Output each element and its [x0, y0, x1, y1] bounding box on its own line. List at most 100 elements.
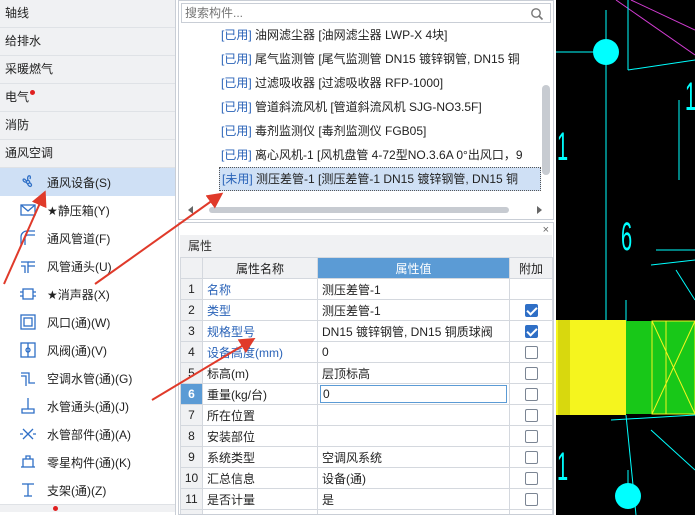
- list-item[interactable]: [已用] 管道斜流风机 [管道斜流风机 SJG-NO3.5F]: [219, 95, 541, 119]
- property-name: 名称: [202, 278, 318, 300]
- property-value[interactable]: 测压差管-1: [317, 278, 510, 300]
- component-type-item[interactable]: 支架(通)(Z): [0, 476, 175, 504]
- list-item[interactable]: [已用] 过滤吸收器 [过滤吸收器 RFP-1000]: [219, 71, 541, 95]
- property-row[interactable]: 11 是否计量是: [180, 488, 553, 510]
- scrollbar-thumb[interactable]: [209, 207, 509, 213]
- property-name: 重量(kg/台): [202, 383, 318, 405]
- header-extra: 附加: [509, 257, 553, 279]
- duct-fitting-icon: [18, 256, 38, 276]
- cad-line: [627, 59, 695, 71]
- water-pipe-icon: [18, 368, 38, 388]
- category-item[interactable]: 通风空调: [0, 140, 175, 168]
- search-box[interactable]: [181, 3, 551, 23]
- usage-status: [未用]: [222, 172, 253, 186]
- scroll-left-icon[interactable]: [187, 206, 195, 214]
- property-value[interactable]: DN15 镀锌钢管, DN15 铜质球阀: [317, 320, 510, 342]
- property-value[interactable]: [317, 404, 510, 426]
- list-vertical-scrollbar[interactable]: [542, 27, 550, 197]
- fan-icon: [18, 172, 38, 192]
- cad-drawing-viewport[interactable]: 1 1 6 1: [556, 0, 695, 515]
- list-item[interactable]: [已用] 离心风机-1 [风机盘管 4-72型NO.3.6A 0°出风口，9: [219, 143, 541, 167]
- component-type-item[interactable]: 水管部件(通)(A): [0, 420, 175, 448]
- attach-checkbox[interactable]: [524, 430, 538, 444]
- scroll-right-icon[interactable]: [535, 206, 543, 214]
- property-value[interactable]: 层顶标高: [317, 362, 510, 384]
- property-row[interactable]: 1 名称 测压差管-1: [180, 278, 553, 300]
- property-name: 标高(m): [202, 362, 318, 384]
- component-type-label: 风管通头(U): [47, 259, 112, 274]
- usage-status: [已用]: [221, 124, 252, 138]
- property-value[interactable]: 空调风系统: [317, 446, 510, 468]
- list-item[interactable]: [已用] 油网滤尘器 [油网滤尘器 LWP-X 4块]: [219, 23, 541, 47]
- property-row[interactable]: 7 所在位置: [180, 404, 553, 426]
- category-item[interactable]: 轴线: [0, 0, 175, 28]
- list-item[interactable]: [已用] 尾气监测管 [尾气监测管 DN15 镀锌钢管, DN15 铜: [219, 47, 541, 71]
- axis-bubble: [615, 483, 641, 509]
- property-name: 类型: [202, 299, 318, 321]
- attach-checkbox[interactable]: [524, 451, 538, 465]
- component-type-item[interactable]: 风阀(通)(V): [0, 336, 175, 364]
- attach-cell: [509, 299, 553, 321]
- pipe-fitting-icon: [18, 396, 38, 416]
- list-horizontal-scrollbar[interactable]: [188, 204, 542, 216]
- property-row[interactable]: 5 标高(m) 层顶标高: [180, 362, 553, 384]
- component-type-item[interactable]: 水管通头(通)(J): [0, 392, 175, 420]
- row-number: 1: [180, 278, 203, 300]
- property-value[interactable]: [317, 509, 510, 514]
- attach-checkbox[interactable]: [524, 346, 538, 360]
- component-type-label: 风口(通)(W): [47, 315, 111, 330]
- category-item[interactable]: 采暖燃气: [0, 56, 175, 84]
- category-item[interactable]: 给排水: [0, 28, 175, 56]
- list-item[interactable]: [已用] 毒剂监测仪 [毒剂监测仪 FGB05]: [219, 119, 541, 143]
- row-number: 2: [180, 299, 203, 321]
- property-value-editor[interactable]: 0: [320, 385, 507, 403]
- attach-checkbox[interactable]: [524, 367, 538, 381]
- cad-line: [610, 414, 695, 421]
- property-row[interactable]: 2 类型 测压差管-1: [180, 299, 553, 321]
- search-icon[interactable]: [530, 7, 544, 21]
- property-value[interactable]: 0: [317, 383, 510, 405]
- category-item[interactable]: 消防: [0, 112, 175, 140]
- category-panel: 轴线 给排水 采暖燃气 电气消防通风空调 通风设备(S) ★静压箱(Y) 通风管道(F) 风管…: [0, 0, 176, 515]
- row-number: 4: [180, 341, 203, 363]
- property-row[interactable]: 10 汇总信息 设备(通): [180, 467, 553, 489]
- attach-checkbox[interactable]: [524, 325, 538, 339]
- component-type-item[interactable]: 通风管道(F): [0, 224, 175, 252]
- property-panel-title: 属性: [180, 235, 552, 257]
- category-item[interactable]: 电气: [0, 84, 175, 112]
- property-row[interactable]: 12: [180, 509, 553, 514]
- property-value[interactable]: 是: [317, 488, 510, 510]
- component-type-item[interactable]: 风管通头(U): [0, 252, 175, 280]
- component-type-item[interactable]: 空调水管(通)(G): [0, 364, 175, 392]
- component-type-item[interactable]: 风口(通)(W): [0, 308, 175, 336]
- component-type-item[interactable]: ★消声器(X): [0, 280, 175, 308]
- property-value[interactable]: 测压差管-1: [317, 299, 510, 321]
- property-row[interactable]: 9 系统类型 空调风系统: [180, 446, 553, 468]
- search-input[interactable]: [182, 4, 522, 22]
- property-row[interactable]: 3 规格型号 DN15 镀锌钢管, DN15 铜质球阀: [180, 320, 553, 342]
- component-type-item[interactable]: 通风设备(S): [0, 168, 175, 196]
- property-name: 安装部位: [202, 425, 318, 447]
- row-number: 8: [180, 425, 203, 447]
- scrollbar-thumb[interactable]: [542, 85, 550, 175]
- property-value[interactable]: 设备(通): [317, 467, 510, 489]
- cad-green-equipment: [626, 321, 695, 414]
- attach-checkbox[interactable]: [524, 304, 538, 318]
- attach-checkbox[interactable]: [524, 493, 538, 507]
- category-label: 消防: [5, 118, 30, 132]
- property-value[interactable]: [317, 425, 510, 447]
- component-type-item[interactable]: ★静压箱(Y): [0, 196, 175, 224]
- component-type-item[interactable]: 零星构件(通)(K): [0, 448, 175, 476]
- property-value[interactable]: 0: [317, 341, 510, 363]
- property-row[interactable]: 6 重量(kg/台) 0: [180, 383, 553, 405]
- attach-checkbox[interactable]: [524, 472, 538, 486]
- attach-checkbox[interactable]: [524, 409, 538, 423]
- row-number: 3: [180, 320, 203, 342]
- attach-checkbox[interactable]: [524, 388, 538, 402]
- muffler-icon: [18, 284, 38, 304]
- property-row[interactable]: 8 安装部位: [180, 425, 553, 447]
- cad-line: [675, 269, 695, 301]
- list-item[interactable]: [未用] 测压差管-1 [测压差管-1 DN15 镀锌钢管, DN15 铜: [219, 167, 541, 191]
- category-item-partial[interactable]: [0, 504, 175, 512]
- property-row[interactable]: 4 设备高度(mm) 0: [180, 341, 553, 363]
